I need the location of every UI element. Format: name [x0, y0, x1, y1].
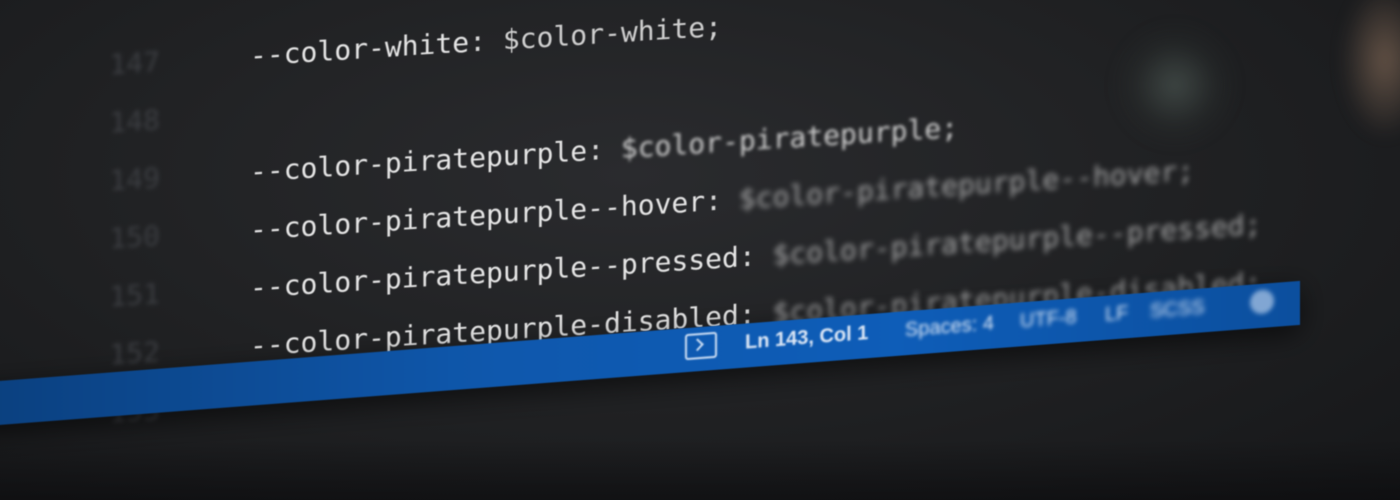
css-value: $color-piratepurple--hover;: [738, 153, 1195, 216]
line-number: 150: [109, 218, 160, 256]
css-property: --color-piratepurple--hover: [250, 184, 706, 247]
css-value: $color-piratepurple--pressed;: [772, 207, 1262, 272]
line-number: 149: [109, 160, 160, 198]
bezel-shadow: [0, 440, 1400, 500]
line-number: 147: [109, 44, 160, 82]
css-property: --color-piratepurple: [250, 134, 588, 189]
cursor-position[interactable]: Ln 143, Col 1: [745, 322, 868, 354]
code-editor[interactable]: 147 --color-white: $color-white; 148 149…: [0, 0, 1400, 500]
code-text[interactable]: --color-white: $color-white;: [250, 10, 722, 73]
separator: :: [587, 131, 621, 168]
css-property: --color-white: [250, 25, 470, 73]
line-number: 148: [109, 102, 160, 140]
editor-screenshot: 147 --color-white: $color-white; 148 149…: [0, 0, 1400, 500]
css-value: $color-piratepurple;: [620, 110, 959, 165]
separator: :: [469, 23, 503, 59]
separator: :: [738, 238, 773, 274]
bell-icon[interactable]: [1250, 288, 1274, 315]
terminal-icon[interactable]: [685, 331, 717, 361]
eol-status[interactable]: LF: [1105, 302, 1128, 327]
css-value: $color-white;: [502, 9, 723, 57]
line-number: 152: [109, 334, 160, 372]
css-property: --color-piratepurple--pressed: [250, 240, 739, 305]
line-number: 151: [109, 276, 160, 314]
language-mode[interactable]: SCSS: [1150, 296, 1204, 323]
indentation-status[interactable]: Spaces: 4: [905, 312, 994, 342]
encoding-status[interactable]: UTF-8: [1020, 306, 1077, 333]
separator: :: [705, 182, 739, 218]
